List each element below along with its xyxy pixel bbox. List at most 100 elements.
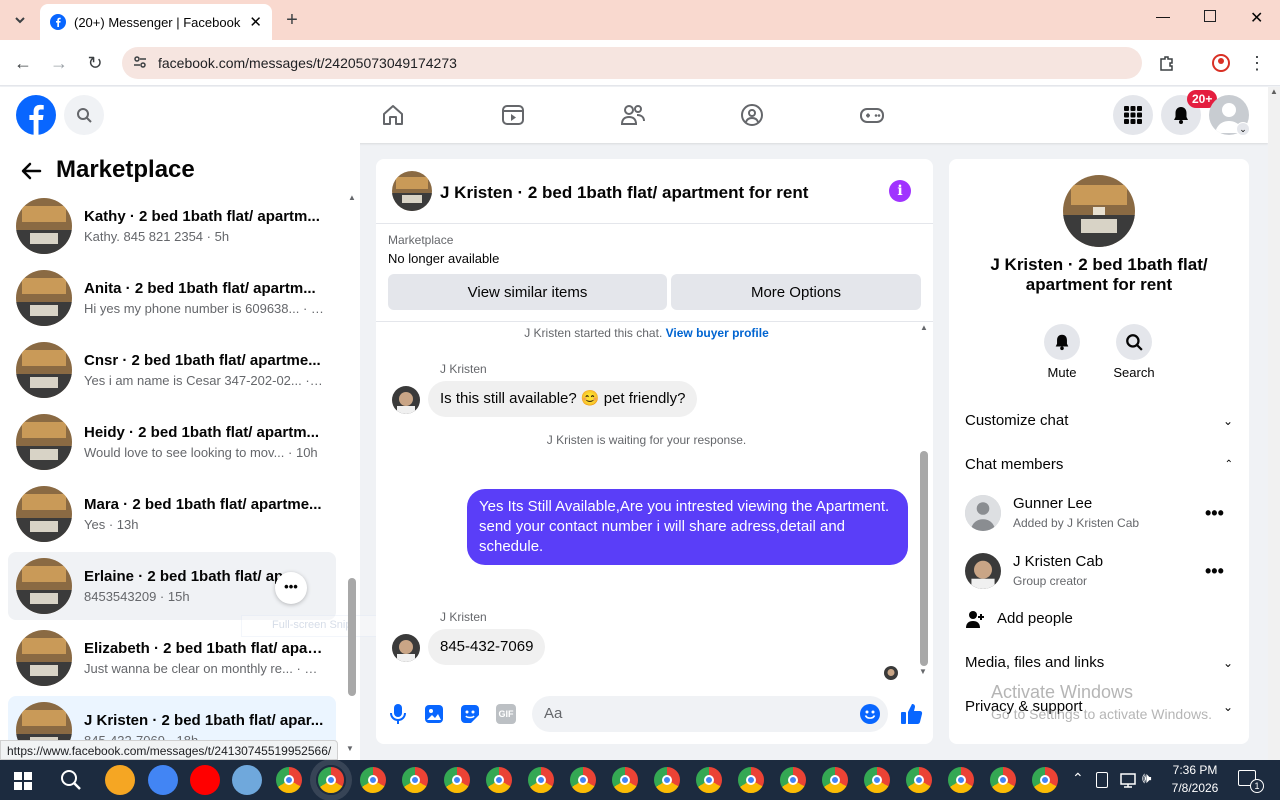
new-tab-icon[interactable]: + bbox=[278, 6, 306, 34]
tab-close-icon[interactable]: ✕ bbox=[249, 13, 262, 31]
friends-icon[interactable] bbox=[577, 87, 689, 143]
member-avatar[interactable] bbox=[965, 495, 1001, 531]
chat-scroll-thumb[interactable] bbox=[920, 451, 928, 666]
home-icon[interactable] bbox=[337, 87, 449, 143]
back-icon[interactable]: ← bbox=[9, 49, 37, 77]
chat-scrollbar[interactable]: ▲ ▼ bbox=[919, 323, 929, 679]
conversation-more-icon[interactable]: ••• bbox=[275, 572, 307, 604]
chrome-window-icon[interactable] bbox=[274, 765, 304, 795]
taskbar-time[interactable]: 7:36 PM bbox=[1170, 763, 1220, 777]
tray-chevron-up-icon[interactable]: ⌃ bbox=[1072, 770, 1084, 787]
member-avatar[interactable] bbox=[965, 553, 1001, 589]
chrome-window-icon[interactable] bbox=[442, 765, 472, 795]
sidebar-scrollbar[interactable]: ▲ bbox=[346, 193, 358, 760]
incoming-message[interactable]: Is this still available? 😊 pet friendly? bbox=[428, 381, 698, 417]
add-people-label[interactable]: Add people bbox=[997, 610, 1073, 627]
conversation-item[interactable]: Kathy · 2 bed 1bath flat/ apartm... Kathy… bbox=[8, 192, 336, 260]
menu-grid-icon[interactable] bbox=[1113, 95, 1153, 135]
media-files-row[interactable]: Media, files and links ⌄ bbox=[965, 654, 1233, 671]
search-chat-icon[interactable] bbox=[1116, 324, 1152, 360]
minimize-icon[interactable]: — bbox=[1156, 8, 1170, 24]
copilot-app-icon[interactable] bbox=[105, 765, 135, 795]
chat-scroll-down-icon[interactable]: ▼ bbox=[919, 667, 927, 676]
account-chevron-icon[interactable]: ⌄ bbox=[1236, 122, 1250, 136]
chrome-window-icon[interactable] bbox=[778, 765, 808, 795]
mute-label[interactable]: Mute bbox=[1032, 365, 1092, 380]
view-similar-button[interactable]: View similar items bbox=[388, 274, 667, 310]
member-more-icon[interactable]: ••• bbox=[1205, 561, 1224, 582]
chat-members-row[interactable]: Chat members ⌃ bbox=[965, 456, 1233, 473]
chrome-window-icon[interactable] bbox=[820, 765, 850, 795]
chrome-window-icon[interactable] bbox=[904, 765, 934, 795]
chrome-window-icon[interactable] bbox=[568, 765, 598, 795]
page-scroll-up-icon[interactable]: ▲ bbox=[1268, 87, 1280, 96]
extensions-icon[interactable] bbox=[1153, 49, 1181, 77]
view-buyer-profile-link[interactable]: View buyer profile bbox=[666, 326, 769, 340]
chat-info-avatar[interactable] bbox=[1063, 175, 1135, 247]
chrome-window-icon[interactable] bbox=[484, 765, 514, 795]
photo-icon[interactable] bbox=[424, 704, 444, 729]
chrome-window-icon[interactable] bbox=[862, 765, 892, 795]
search-label[interactable]: Search bbox=[1104, 365, 1164, 380]
chat-header-avatar[interactable] bbox=[392, 171, 432, 211]
info-icon[interactable]: i bbox=[889, 180, 911, 202]
sender-avatar[interactable] bbox=[392, 634, 420, 662]
forward-icon[interactable]: → bbox=[45, 49, 73, 77]
restore-icon[interactable] bbox=[1204, 10, 1216, 22]
message-input[interactable]: Aa bbox=[532, 696, 888, 732]
chrome-window-icon[interactable] bbox=[736, 765, 766, 795]
address-bar[interactable]: facebook.com/messages/t/2420507304917427… bbox=[122, 47, 1142, 79]
taskbar-date[interactable]: 7/8/2026 bbox=[1170, 781, 1220, 795]
more-options-button[interactable]: More Options bbox=[671, 274, 921, 310]
chrome-window-icon[interactable] bbox=[988, 765, 1018, 795]
like-thumb-icon[interactable] bbox=[900, 702, 924, 731]
browser-tab[interactable]: (20+) Messenger | Facebook ✕ bbox=[40, 4, 272, 40]
conversation-item[interactable]: Heidy · 2 bed 1bath flat/ apartm... Would… bbox=[8, 408, 336, 476]
windows-start-icon[interactable] bbox=[14, 772, 32, 795]
site-info-icon[interactable] bbox=[132, 54, 148, 73]
facebook-logo-icon[interactable] bbox=[16, 95, 56, 140]
back-arrow-icon[interactable] bbox=[20, 160, 42, 187]
chrome-app-icon[interactable] bbox=[148, 765, 178, 795]
tab-search-icon[interactable] bbox=[6, 6, 34, 34]
mute-bell-icon[interactable] bbox=[1044, 324, 1080, 360]
outgoing-message[interactable]: Yes Its Still Available,Are you intreste… bbox=[467, 489, 908, 565]
emoji-icon[interactable] bbox=[860, 704, 880, 729]
chrome-window-icon[interactable] bbox=[526, 765, 556, 795]
scroll-thumb[interactable] bbox=[348, 578, 356, 696]
chrome-window-icon[interactable] bbox=[652, 765, 682, 795]
chat-scroll-up-icon[interactable]: ▲ bbox=[919, 323, 929, 332]
conversation-item[interactable]: Mara · 2 bed 1bath flat/ apartme... Yes ·… bbox=[8, 480, 336, 548]
search-icon[interactable] bbox=[64, 95, 104, 135]
microphone-icon[interactable] bbox=[388, 703, 408, 730]
reload-icon[interactable]: ↻ bbox=[81, 49, 109, 77]
browser-menu-icon[interactable]: ⋮ bbox=[1243, 49, 1271, 77]
chrome-window-icon[interactable] bbox=[694, 765, 724, 795]
conversation-item[interactable]: Cnsr · 2 bed 1bath flat/ apartme... Yes i… bbox=[8, 336, 336, 404]
chrome-window-icon[interactable] bbox=[946, 765, 976, 795]
taskbar-search-icon[interactable] bbox=[60, 769, 82, 796]
chat-title[interactable]: J Kristen · 2 bed 1bath flat/ apartment … bbox=[440, 183, 808, 203]
chrome-window-icon[interactable] bbox=[1030, 765, 1060, 795]
sender-avatar[interactable] bbox=[392, 386, 420, 414]
video-icon[interactable] bbox=[457, 87, 569, 143]
youtube-app-icon[interactable] bbox=[190, 765, 220, 795]
chrome-window-icon[interactable] bbox=[400, 765, 430, 795]
window-close-icon[interactable]: ✕ bbox=[1250, 8, 1263, 28]
incoming-message[interactable]: 845-432-7069 bbox=[428, 629, 546, 665]
conversation-item[interactable]: Anita · 2 bed 1bath flat/ apartm... Hi ye… bbox=[8, 264, 336, 332]
network-icon[interactable] bbox=[1119, 771, 1137, 794]
sticker-icon[interactable] bbox=[460, 704, 480, 729]
add-person-icon[interactable] bbox=[965, 609, 985, 634]
volume-icon[interactable]: 🕪 bbox=[1142, 770, 1151, 787]
profile-icon[interactable] bbox=[1207, 49, 1235, 77]
chrome-window-icon[interactable] bbox=[610, 765, 640, 795]
chrome-window-icon[interactable] bbox=[358, 765, 388, 795]
gif-icon[interactable]: GIF bbox=[496, 704, 516, 724]
groups-icon[interactable] bbox=[696, 87, 808, 143]
page-scrollbar[interactable]: ▲ bbox=[1268, 87, 1280, 760]
gaming-icon[interactable] bbox=[816, 87, 928, 143]
scroll-down-icon[interactable]: ▼ bbox=[346, 744, 354, 753]
paint-app-icon[interactable] bbox=[232, 765, 262, 795]
customize-chat-row[interactable]: Customize chat ⌄ bbox=[965, 412, 1233, 429]
